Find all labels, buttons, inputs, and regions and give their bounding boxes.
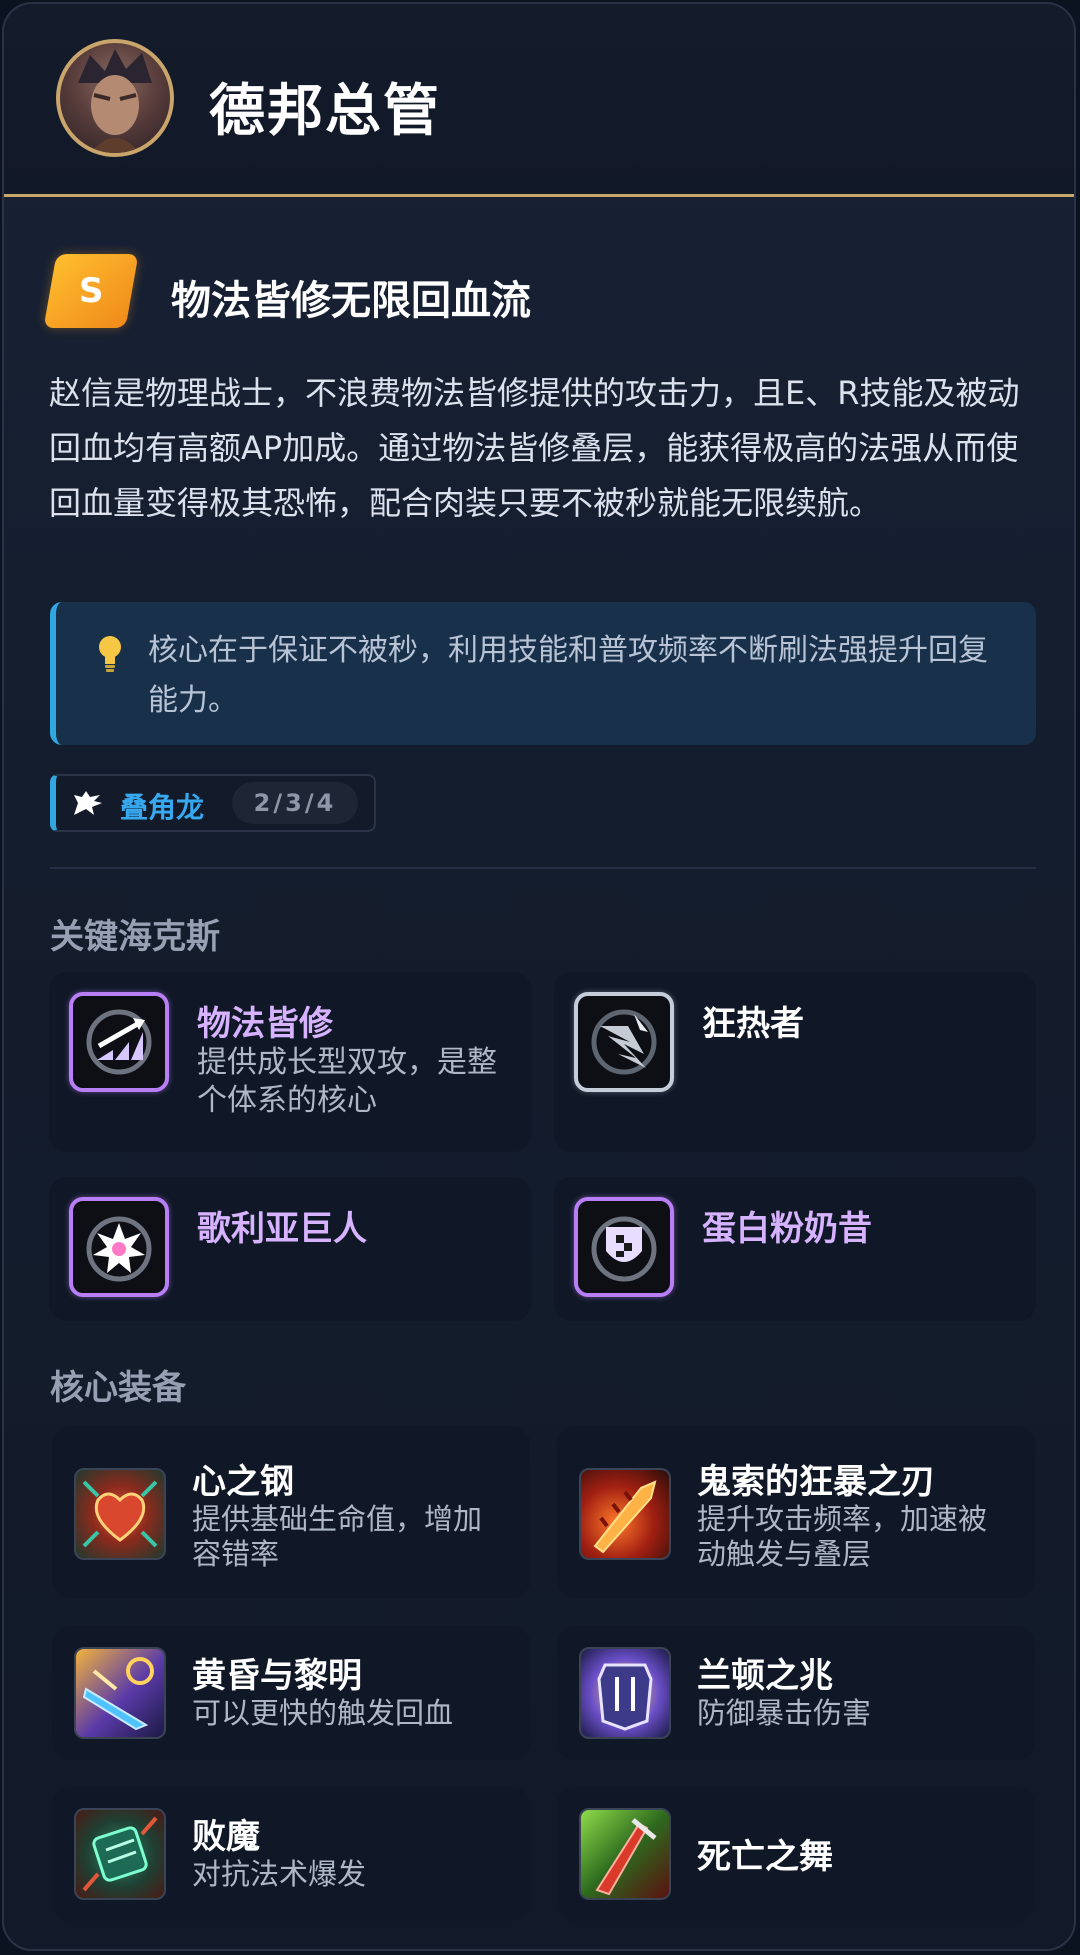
tip-box: 核心在于保证不被秒，利用技能和普攻频率不断刷法强提升回复能力。 bbox=[50, 602, 1036, 745]
deaths-dance-icon bbox=[579, 1808, 671, 1900]
item-desc: 防御暴击伤害 bbox=[697, 1696, 872, 1730]
build-description: 赵信是物理战士，不浪费物法皆修提供的攻击力，且E、R技能及被动回血均有高额AP加… bbox=[49, 374, 1020, 522]
item-name: 黄昏与黎明 bbox=[192, 1656, 362, 1696]
item-name: 兰顿之兆 bbox=[697, 1656, 833, 1696]
maw-icon bbox=[74, 1808, 166, 1900]
item-name: 死亡之舞 bbox=[697, 1837, 833, 1877]
augment-card[interactable]: 歌利亚巨人 bbox=[49, 1177, 531, 1321]
zealot-icon bbox=[574, 992, 674, 1092]
augment-card[interactable]: 物法皆修 提供成长型双攻，是整个体系的核心 bbox=[49, 972, 531, 1152]
augment-name: 狂热者 bbox=[702, 1004, 804, 1044]
augment-name: 歌利亚巨人 bbox=[197, 1209, 367, 1249]
item-card[interactable]: 鬼索的狂暴之刃 提升攻击频率，加速被动触发与叠层 bbox=[557, 1426, 1035, 1598]
item-name: 鬼索的狂暴之刃 bbox=[697, 1462, 935, 1502]
heartsteel-icon bbox=[74, 1468, 166, 1560]
dusk-and-dawn-icon bbox=[74, 1647, 166, 1739]
augment-desc: 提供成长型双攻，是整个体系的核心 bbox=[197, 1045, 497, 1118]
item-desc: 对抗法术爆发 bbox=[192, 1857, 367, 1891]
divider bbox=[50, 867, 1036, 869]
augment-card[interactable]: 蛋白粉奶昔 bbox=[554, 1177, 1036, 1321]
item-name: 败魔 bbox=[192, 1817, 260, 1857]
item-card[interactable]: 心之钢 提供基础生命值，增加容错率 bbox=[52, 1426, 530, 1598]
trait-name: 叠角龙 bbox=[120, 791, 205, 824]
goliath-icon bbox=[69, 1197, 169, 1297]
augments-section-title: 关键海克斯 bbox=[50, 917, 220, 957]
augment-name: 蛋白粉奶昔 bbox=[702, 1209, 872, 1249]
dragon-icon bbox=[74, 791, 102, 815]
item-card[interactable]: 死亡之舞 bbox=[557, 1787, 1035, 1921]
hero-portrait-icon bbox=[78, 49, 152, 153]
item-card[interactable]: 黄昏与黎明 可以更快的触发回血 bbox=[52, 1626, 530, 1760]
tier-label: S bbox=[78, 271, 104, 311]
trait-chip[interactable]: 叠角龙 2/3/4 bbox=[50, 774, 376, 832]
item-name: 心之钢 bbox=[192, 1462, 294, 1502]
hero-name: 德邦总管 bbox=[209, 79, 441, 144]
tier-badge: S bbox=[43, 254, 139, 328]
item-desc: 提供基础生命值，增加容错率 bbox=[192, 1502, 483, 1571]
hero-avatar[interactable] bbox=[56, 39, 174, 157]
item-desc: 提升攻击频率，加速被动触发与叠层 bbox=[697, 1502, 988, 1571]
header: 德邦总管 bbox=[4, 4, 1074, 197]
items-section-title: 核心装备 bbox=[50, 1368, 186, 1408]
trait-tiers: 2/3/4 bbox=[232, 782, 358, 824]
protein-shake-icon bbox=[574, 1197, 674, 1297]
item-card[interactable]: 兰顿之兆 防御暴击伤害 bbox=[557, 1626, 1035, 1760]
lightbulb-icon bbox=[99, 636, 121, 672]
item-desc: 可以更快的触发回血 bbox=[192, 1696, 454, 1730]
tip-text: 核心在于保证不被秒，利用技能和普攻频率不断刷法强提升回复能力。 bbox=[148, 633, 988, 718]
item-card[interactable]: 败魔 对抗法术爆发 bbox=[52, 1787, 530, 1921]
build-card: 德邦总管 S 物法皆修无限回血流 赵信是物理战士，不浪费物法皆修提供的攻击力，且… bbox=[2, 2, 1076, 1951]
augment-name: 物法皆修 bbox=[197, 1004, 333, 1044]
randuin-icon bbox=[579, 1647, 671, 1739]
guinsoo-icon bbox=[579, 1468, 671, 1560]
adaptive-growth-icon bbox=[69, 992, 169, 1092]
build-title: 物法皆修无限回血流 bbox=[171, 278, 531, 324]
augment-card[interactable]: 狂热者 bbox=[554, 972, 1036, 1152]
